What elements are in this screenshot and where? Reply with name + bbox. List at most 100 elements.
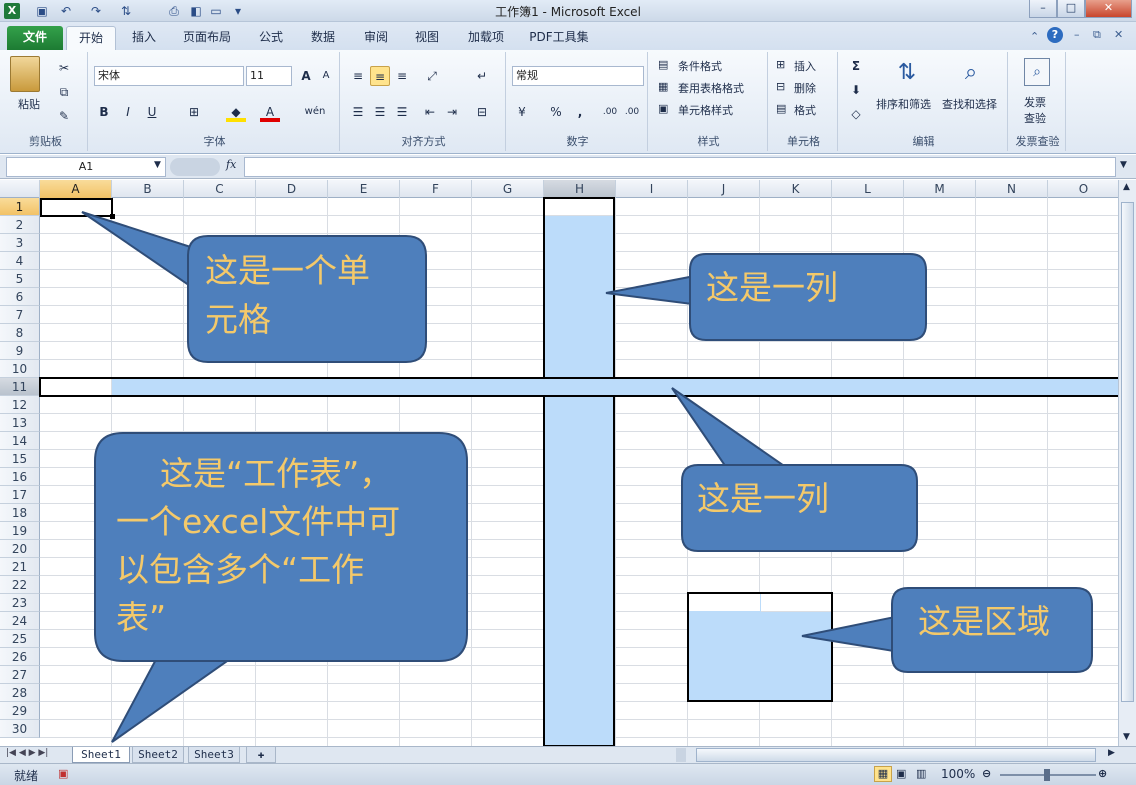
conditional-format-button[interactable]: 条件格式 xyxy=(678,58,722,74)
format-painter-icon[interactable]: ✎ xyxy=(54,106,74,126)
paste-icon[interactable] xyxy=(10,56,40,92)
invoice-line1[interactable]: 发票 xyxy=(1024,94,1046,110)
italic-button[interactable]: I xyxy=(118,102,138,122)
phonetic-button[interactable]: wén xyxy=(302,102,328,122)
underline-button[interactable]: U xyxy=(142,102,162,122)
wb-close-icon[interactable]: ✕ xyxy=(1114,28,1123,41)
vertical-scrollbar[interactable]: ▲ ▼ xyxy=(1118,180,1136,746)
formula-input[interactable] xyxy=(244,157,1116,177)
find-select-icon[interactable]: ⌕ xyxy=(956,58,986,88)
callout-cell-tail xyxy=(81,211,202,292)
conditional-format-icon[interactable]: ▤ xyxy=(658,58,668,71)
invoice-line2[interactable]: 查验 xyxy=(1024,110,1046,126)
align-middle-icon[interactable]: ≡ xyxy=(370,66,390,86)
number-format-select[interactable]: 常规 xyxy=(512,66,644,86)
align-left-icon[interactable]: ☰ xyxy=(348,102,368,122)
minimize-button[interactable]: – xyxy=(1029,0,1057,18)
vertical-scroll-thumb[interactable] xyxy=(1121,202,1134,702)
expand-formula-icon[interactable]: ▼ xyxy=(1120,160,1127,170)
sheet-nav-icons[interactable]: |◀ ◀ ▶ ▶| xyxy=(6,748,48,758)
delete-cells-button[interactable]: 删除 xyxy=(794,80,816,96)
invoice-icon[interactable]: ⌕ xyxy=(1024,58,1050,86)
clear-icon[interactable]: ◇ xyxy=(846,104,866,124)
sort-filter-button[interactable]: 排序和筛选 xyxy=(876,96,931,112)
tab-file[interactable]: 文件 xyxy=(7,26,63,50)
minimize-ribbon-icon[interactable]: ⌃ xyxy=(1030,30,1039,43)
page-break-view-icon[interactable]: ▥ xyxy=(916,767,926,780)
increase-decimal-button[interactable]: .00 xyxy=(600,102,620,122)
normal-view-icon[interactable]: ▦ xyxy=(874,766,892,782)
scroll-right-icon[interactable]: ▶ xyxy=(1108,748,1115,758)
insert-cells-icon[interactable]: ⊞ xyxy=(776,58,785,71)
decrease-decimal-button[interactable]: .00 xyxy=(622,102,642,122)
wb-minimize-icon[interactable]: – xyxy=(1074,28,1080,41)
tab-pdf-tools[interactable]: PDF工具集 xyxy=(522,26,596,50)
paste-button[interactable]: 粘贴 xyxy=(18,96,40,112)
delete-cells-icon[interactable]: ⊟ xyxy=(776,80,785,93)
tab-home[interactable]: 开始 xyxy=(66,26,116,50)
name-box-dropdown-icon[interactable]: ▼ xyxy=(154,160,161,170)
tab-page-layout[interactable]: 页面布局 xyxy=(174,26,240,50)
table-format-button[interactable]: 套用表格格式 xyxy=(678,80,744,96)
font-name-select[interactable]: 宋体 xyxy=(94,66,244,86)
format-cells-icon[interactable]: ▤ xyxy=(776,102,786,115)
table-format-icon[interactable]: ▦ xyxy=(658,80,668,93)
tab-split-handle[interactable] xyxy=(676,748,686,762)
format-cells-button[interactable]: 格式 xyxy=(794,102,816,118)
decrease-indent-icon[interactable]: ⇤ xyxy=(420,102,440,122)
percent-button[interactable]: % xyxy=(546,102,566,122)
align-center-icon[interactable]: ☰ xyxy=(370,102,390,122)
increase-indent-icon[interactable]: ⇥ xyxy=(442,102,462,122)
new-sheet-icon[interactable]: ✚ xyxy=(246,747,276,763)
cell-style-icon[interactable]: ▣ xyxy=(658,102,668,115)
macro-record-icon[interactable]: ▣ xyxy=(58,767,68,780)
close-button[interactable]: ✕ xyxy=(1085,0,1132,18)
tab-review[interactable]: 审阅 xyxy=(353,26,399,50)
grow-font-button[interactable]: A xyxy=(296,66,316,86)
bold-button[interactable]: B xyxy=(94,102,114,122)
currency-icon[interactable]: ¥ xyxy=(512,102,532,122)
autosum-button[interactable]: Σ xyxy=(846,56,866,76)
horizontal-scroll-thumb[interactable] xyxy=(696,748,1096,762)
fill-color-icon[interactable]: ◆ xyxy=(226,102,246,122)
merge-center-icon[interactable]: ⊟ xyxy=(472,102,492,122)
formula-splitter[interactable] xyxy=(170,158,220,176)
cut-icon[interactable]: ✂ xyxy=(54,58,74,78)
scroll-up-icon[interactable]: ▲ xyxy=(1123,182,1130,192)
wb-restore-icon[interactable]: ⧉ xyxy=(1093,28,1101,42)
shrink-font-button[interactable]: A xyxy=(316,66,336,86)
tab-view[interactable]: 视图 xyxy=(404,26,450,50)
sort-filter-icon[interactable]: ⇅ xyxy=(892,58,922,88)
help-icon[interactable]: ? xyxy=(1047,27,1063,43)
font-color-button[interactable]: A xyxy=(260,102,280,122)
zoom-level[interactable]: 100% xyxy=(941,767,975,781)
font-size-select[interactable]: 11 xyxy=(246,66,292,86)
comma-button[interactable]: , xyxy=(570,102,590,122)
insert-function-button[interactable]: fx xyxy=(226,158,236,171)
zoom-out-icon[interactable]: ⊖ xyxy=(982,767,991,780)
zoom-in-icon[interactable]: ⊕ xyxy=(1098,767,1107,780)
insert-cells-button[interactable]: 插入 xyxy=(794,58,816,74)
align-bottom-icon[interactable]: ≡ xyxy=(392,66,412,86)
align-top-icon[interactable]: ≡ xyxy=(348,66,368,86)
scroll-down-icon[interactable]: ▼ xyxy=(1123,732,1130,742)
zoom-slider-thumb[interactable] xyxy=(1044,769,1050,781)
border-icon[interactable]: ⊞ xyxy=(184,102,204,122)
tab-data[interactable]: 数据 xyxy=(300,26,346,50)
page-layout-view-icon[interactable]: ▣ xyxy=(896,767,906,780)
copy-icon[interactable]: ⧉ xyxy=(54,82,74,102)
tab-insert[interactable]: 插入 xyxy=(121,26,167,50)
tab-addins[interactable]: 加载项 xyxy=(458,26,514,50)
wrap-text-icon[interactable]: ↵ xyxy=(472,66,492,86)
sheet-tab-2[interactable]: Sheet2 xyxy=(132,747,184,763)
cell-style-button[interactable]: 单元格样式 xyxy=(678,102,733,118)
find-select-button[interactable]: 查找和选择 xyxy=(942,96,997,112)
fill-icon[interactable]: ⬇ xyxy=(846,80,866,100)
maximize-button[interactable]: □ xyxy=(1057,0,1085,18)
orientation-icon[interactable]: ⤢ xyxy=(422,66,442,86)
align-right-icon[interactable]: ☰ xyxy=(392,102,412,122)
sheet-tab-3[interactable]: Sheet3 xyxy=(188,747,240,763)
sheet-tab-1[interactable]: Sheet1 xyxy=(72,747,130,763)
name-box[interactable]: A1 xyxy=(6,157,166,177)
tab-formulas[interactable]: 公式 xyxy=(248,26,294,50)
